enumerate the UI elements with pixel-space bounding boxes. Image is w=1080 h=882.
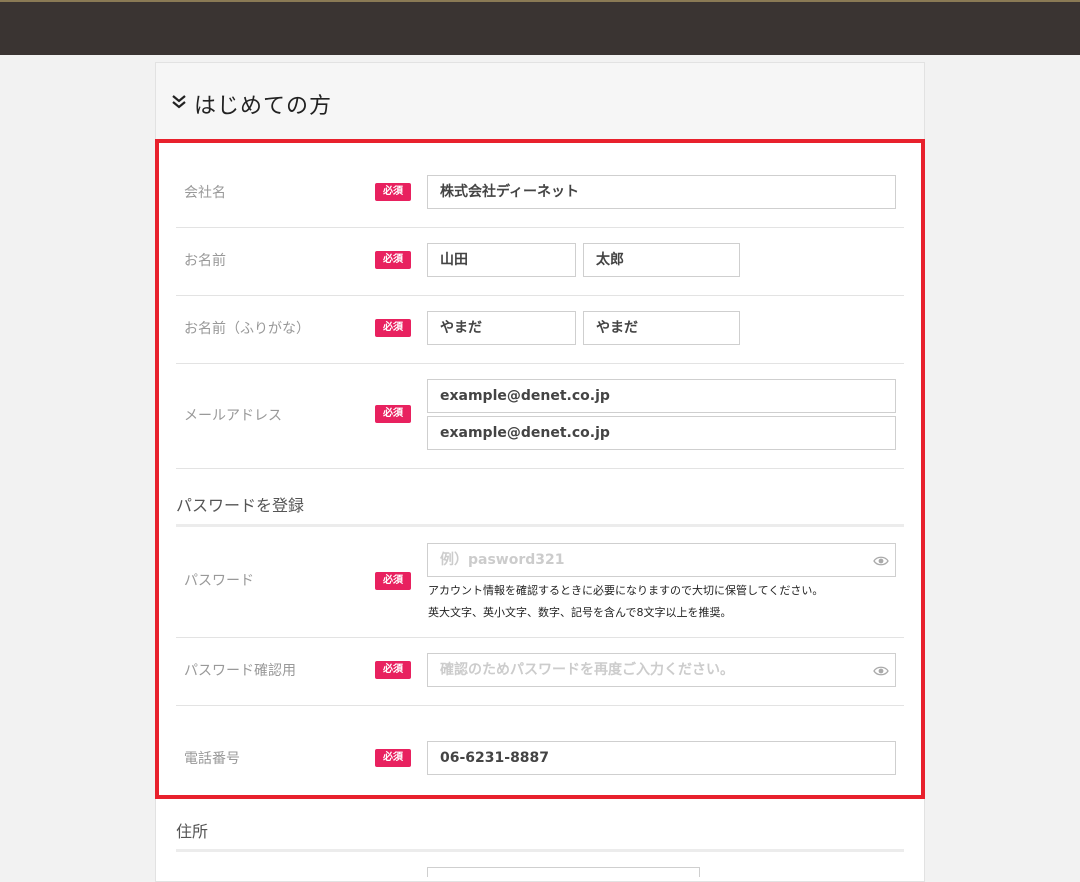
last-name-kana-input[interactable]: やまだ: [427, 311, 576, 345]
required-badge: 必須: [375, 319, 411, 337]
password-input[interactable]: 例）pasword321: [427, 543, 896, 577]
required-badge: 必須: [375, 572, 411, 590]
email-input[interactable]: example@denet.co.jp: [427, 379, 896, 413]
top-nav-bar: [0, 0, 1080, 55]
email-confirm-input[interactable]: example@denet.co.jp: [427, 416, 896, 450]
row-divider: [176, 637, 904, 638]
required-badge: 必須: [375, 183, 411, 201]
password-section-title: パスワードを登録: [176, 496, 305, 515]
kana-label: お名前（ふりがな）: [184, 321, 310, 337]
eye-icon[interactable]: [873, 665, 889, 677]
row-divider: [176, 468, 904, 469]
required-badge: 必須: [375, 749, 411, 767]
password-help-text: アカウント情報を確認するときに必要になりますので大切に保管してください。: [428, 584, 824, 597]
row-divider: [176, 363, 904, 364]
required-badge: 必須: [375, 251, 411, 269]
address-section-title: 住所: [176, 822, 209, 841]
password-policy-text: 英大文字、英小文字、数字、記号を含んで8文字以上を推奨。: [428, 606, 732, 619]
first-name-kana-input[interactable]: やまだ: [583, 311, 740, 345]
company-label: 会社名: [184, 185, 226, 201]
eye-icon[interactable]: [873, 555, 889, 567]
section-divider: [176, 524, 904, 527]
password-confirm-label: パスワード確認用: [184, 663, 296, 679]
required-badge: 必須: [375, 405, 411, 423]
required-badge: 必須: [375, 661, 411, 679]
password-confirm-input[interactable]: 確認のためパスワードを再度ご入力ください。: [427, 653, 896, 687]
row-divider: [176, 227, 904, 228]
last-name-input[interactable]: 山田: [427, 243, 576, 277]
card-title: はじめての方: [194, 94, 333, 119]
section-divider: [176, 849, 904, 852]
row-divider: [176, 705, 904, 706]
double-chevron-down-icon: [172, 95, 186, 109]
row-divider: [176, 295, 904, 296]
first-name-input[interactable]: 太郎: [583, 243, 740, 277]
card-header: はじめての方: [156, 63, 924, 141]
postal-code-input[interactable]: [427, 867, 700, 877]
phone-input[interactable]: 06-6231-8887: [427, 741, 896, 775]
phone-label: 電話番号: [184, 751, 240, 767]
company-input[interactable]: 株式会社ディーネット: [427, 175, 896, 209]
email-label: メールアドレス: [184, 408, 282, 424]
name-label: お名前: [184, 253, 226, 269]
password-label: パスワード: [184, 573, 254, 589]
